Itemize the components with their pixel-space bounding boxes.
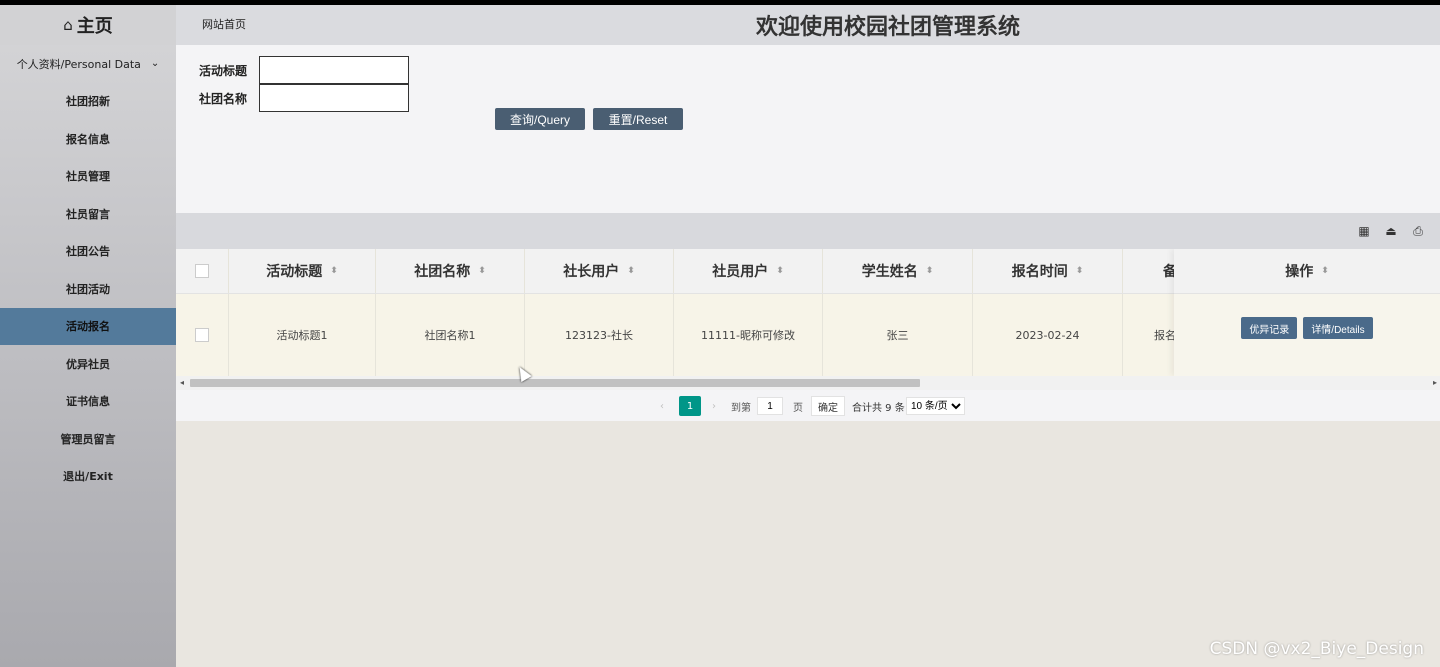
table-cell: 123123-社长	[525, 294, 674, 376]
sidebar-item-label: 社员管理	[66, 170, 110, 184]
table-cell: 张三	[823, 294, 973, 376]
col-header[interactable]: 活动标题 ⬍	[229, 249, 376, 293]
sidebar-item-label: 社团活动	[66, 282, 110, 296]
row-select-cell	[176, 294, 229, 376]
page-title: 欢迎使用校园社团管理系统	[755, 15, 1020, 40]
activity-title-field: 活动标题	[199, 56, 409, 84]
table-cell: 2023-02-24	[973, 294, 1123, 376]
sort-icon: ⬍	[1075, 266, 1084, 276]
goto-page-input[interactable]	[757, 397, 783, 415]
sidebar-item-label: 社团招新	[66, 95, 110, 109]
table-cell: 11111-昵称可修改	[674, 294, 823, 376]
search-panel: 活动标题 社团名称 查询/Query 重置/Reset	[176, 45, 1440, 213]
sort-icon: ⬍	[1321, 266, 1329, 276]
scroll-left-icon[interactable]: ◂	[180, 376, 184, 390]
col-header-label: 报名时间	[1011, 264, 1068, 280]
print-icon[interactable]: ⎙	[1410, 223, 1426, 239]
sidebar-item-label: 活动报名	[66, 320, 110, 334]
details-button[interactable]: 详情/Details	[1303, 317, 1373, 339]
col-header[interactable]: 社长用户 ⬍	[525, 249, 674, 293]
sidebar-item-member-manage[interactable]: 社员管理	[0, 158, 176, 196]
col-header[interactable]: 社团名称 ⬍	[376, 249, 525, 293]
col-header[interactable]: 报名时间 ⬍	[973, 249, 1123, 293]
scrollbar-thumb[interactable]	[190, 379, 920, 387]
columns-filter-icon[interactable]: ▦	[1356, 223, 1372, 239]
sort-icon: ⬍	[478, 266, 486, 276]
sidebar-item-label: 证书信息	[66, 395, 110, 409]
scroll-right-icon[interactable]: ▸	[1433, 376, 1437, 390]
excellent-record-button[interactable]: 优异记录	[1241, 317, 1298, 339]
chevron-down-icon: ⌄	[150, 58, 160, 70]
table-cell: 活动标题1	[229, 294, 376, 376]
sort-icon: ⬍	[330, 266, 338, 276]
club-name-input[interactable]	[259, 84, 409, 112]
page-size-select[interactable]: 10 条/页	[906, 397, 965, 415]
app-window: ⌂ 主页 个人资料/Personal Data ⌄ 社团招新 报名信息 社员管理…	[0, 5, 1440, 667]
prev-page-icon[interactable]: ‹	[660, 396, 664, 416]
sidebar: ⌂ 主页 个人资料/Personal Data ⌄ 社团招新 报名信息 社员管理…	[0, 5, 176, 667]
club-name-field: 社团名称	[199, 84, 409, 112]
sidebar-item-label: 个人资料/Personal Data	[16, 57, 141, 71]
col-header-label: 学生姓名	[861, 264, 918, 280]
reset-button[interactable]: 重置/Reset	[593, 108, 683, 130]
sort-icon: ⬍	[627, 266, 635, 276]
export-icon[interactable]: ⏏	[1383, 223, 1399, 239]
row-checkbox[interactable]	[195, 328, 209, 342]
goto-label: 到第	[731, 402, 751, 414]
next-page-icon[interactable]: ›	[712, 396, 716, 416]
pagination: ‹ 1 › 到第 页 确定 合计共 9 条 10 条/页	[176, 390, 1440, 421]
sort-icon: ⬍	[776, 266, 784, 276]
sidebar-item-label: 报名信息	[66, 132, 110, 146]
ops-header[interactable]: 操作 ⬍	[1174, 249, 1440, 294]
club-name-label: 社团名称	[199, 91, 248, 106]
col-header-label: 社员用户	[712, 264, 769, 280]
ops-cell: 优异记录 详情/Details	[1174, 294, 1440, 376]
ops-header-label: 操作	[1285, 264, 1314, 280]
sidebar-item-label: 社员留言	[66, 207, 110, 221]
ops-column: 操作 ⬍ 优异记录 详情/Details	[1174, 249, 1440, 376]
sidebar-item-admin-message[interactable]: 管理员留言	[0, 420, 176, 458]
col-header[interactable]: 社员用户 ⬍	[674, 249, 823, 293]
sidebar-item-label: 管理员留言	[60, 432, 116, 446]
horizontal-scrollbar[interactable]: ◂ ▸	[176, 376, 1440, 390]
select-all-checkbox[interactable]	[195, 264, 209, 278]
activity-title-label: 活动标题	[199, 63, 248, 78]
sidebar-item-label: 退出/Exit	[63, 470, 113, 484]
data-table: 活动标题 ⬍ 社团名称 ⬍ 社长用户 ⬍ 社员用户 ⬍ 学生姓名 ⬍ 报名时间 ⬍ 备 活动…	[176, 249, 1440, 376]
sidebar-item-excellent-members[interactable]: 优异社员	[0, 345, 176, 383]
watermark: CSDN @vx2_Biye_Design	[1209, 639, 1424, 659]
page-unit-label: 页	[793, 402, 803, 414]
sidebar-item-label: 社团公告	[66, 245, 110, 259]
col-header-label: 社团名称	[414, 264, 471, 280]
table-toolbar: ▦ ⏏ ⎙	[176, 213, 1440, 249]
activity-title-input[interactable]	[259, 56, 409, 84]
page-1-button[interactable]: 1	[679, 396, 701, 416]
sidebar-item-member-message[interactable]: 社员留言	[0, 195, 176, 233]
col-header-label: 社长用户	[563, 264, 620, 280]
goto-confirm-button[interactable]: 确定	[811, 396, 845, 416]
sort-icon: ⬍	[925, 266, 934, 276]
sidebar-item-personal-data[interactable]: 个人资料/Personal Data ⌄	[0, 45, 176, 83]
sidebar-item-activities[interactable]: 社团活动	[0, 270, 176, 308]
home-icon: ⌂	[63, 16, 73, 34]
table-cell: 社团名称1	[376, 294, 525, 376]
total-count: 合计共 9 条	[852, 402, 905, 414]
sidebar-item-recruit[interactable]: 社团招新	[0, 83, 176, 121]
col-header[interactable]: 学生姓名 ⬍	[823, 249, 973, 293]
sidebar-item-activity-signup[interactable]: 活动报名	[0, 307, 176, 345]
sidebar-item-exit[interactable]: 退出/Exit	[0, 458, 176, 496]
sidebar-home-label: 主页	[76, 16, 113, 37]
sidebar-home[interactable]: ⌂ 主页	[0, 5, 176, 45]
sidebar-item-label: 优异社员	[66, 357, 110, 371]
query-button[interactable]: 查询/Query	[495, 108, 585, 130]
sidebar-item-announcement[interactable]: 社团公告	[0, 233, 176, 271]
col-header-label: 活动标题	[266, 264, 323, 280]
sidebar-item-signup-info[interactable]: 报名信息	[0, 120, 176, 158]
header: 网站首页 欢迎使用校园社团管理系统	[176, 5, 1440, 45]
sidebar-item-certificates[interactable]: 证书信息	[0, 383, 176, 421]
select-all-cell	[176, 249, 229, 293]
